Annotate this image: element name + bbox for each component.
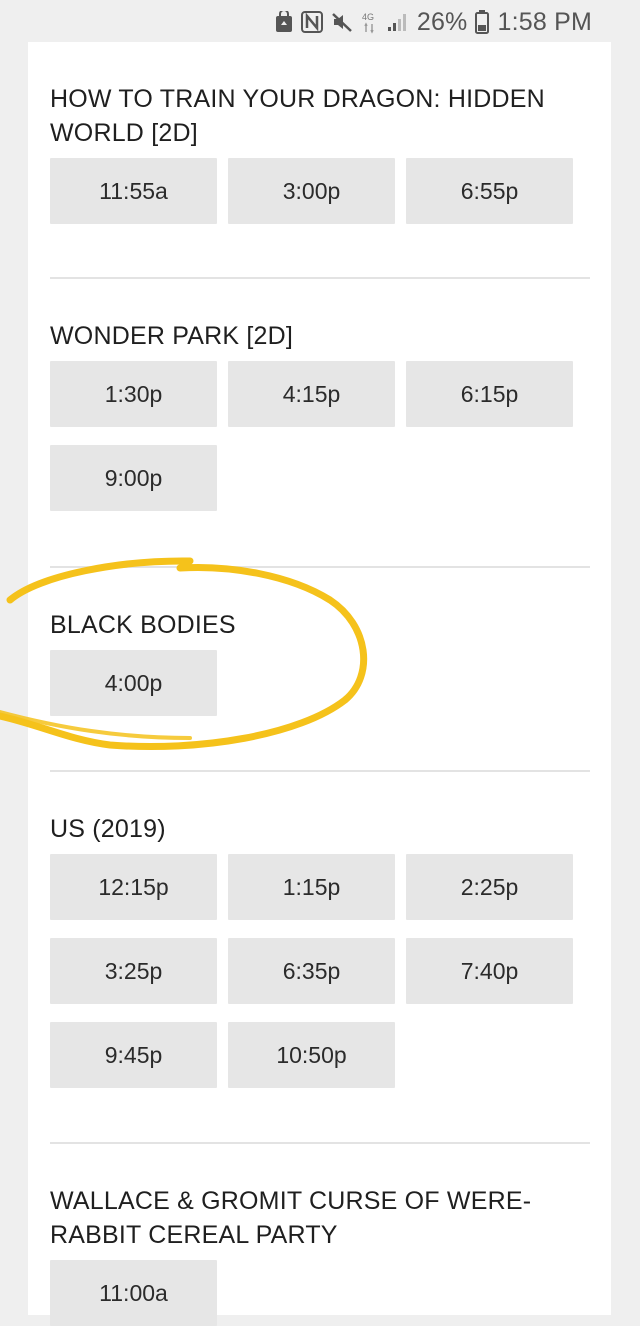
battery-icon [475, 10, 490, 34]
movie-title: BLACK BODIES [50, 611, 236, 639]
showtime-button[interactable]: 6:15p [406, 361, 573, 427]
showtime-button[interactable]: 11:00a [50, 1260, 217, 1326]
recycle-bag-icon [275, 11, 293, 33]
divider [50, 770, 590, 772]
showtime-button[interactable]: 2:25p [406, 854, 573, 920]
network-type-icon: 4G [361, 10, 379, 34]
showtime-button[interactable]: 3:25p [50, 938, 217, 1004]
showtime-grid: 1:30p 4:15p 6:15p 9:00p [50, 361, 590, 511]
showtime-button[interactable]: 10:50p [228, 1022, 395, 1088]
battery-percentage: 26% [416, 7, 468, 36]
status-bar: 4G 26% 1:58 PM [0, 0, 640, 42]
movie-title: US (2019) [50, 815, 166, 843]
mute-icon [331, 11, 353, 33]
nfc-icon [300, 11, 323, 33]
showtime-grid: 11:55a 3:00p 6:55p [50, 158, 590, 224]
showtime-button[interactable]: 9:00p [50, 445, 217, 511]
status-icons: 4G 26% 1:58 PM [275, 6, 592, 38]
movie-item: WONDER PARK [2D] 1:30p 4:15p 6:15p 9:00p [50, 319, 590, 511]
showtime-button[interactable]: 4:00p [50, 650, 217, 716]
showtime-button[interactable]: 11:55a [50, 158, 217, 224]
network-label: 4G [362, 12, 374, 22]
divider [50, 1142, 590, 1144]
showtime-grid: 4:00p [50, 650, 590, 716]
showtime-grid: 11:00a [50, 1260, 590, 1326]
movie-item: WALLACE & GROMIT CURSE OF WERE-RABBIT CE… [50, 1184, 590, 1326]
signal-icon [387, 12, 409, 32]
showtime-button[interactable]: 7:40p [406, 938, 573, 1004]
clock: 1:58 PM [497, 7, 592, 36]
movie-title: HOW TO TRAIN YOUR DRAGON: HIDDEN WORLD [… [50, 85, 545, 147]
showtime-button[interactable]: 12:15p [50, 854, 217, 920]
movie-title: WALLACE & GROMIT CURSE OF WERE-RABBIT CE… [50, 1187, 532, 1249]
movie-item: US (2019) 12:15p 1:15p 2:25p 3:25p 6:35p… [50, 812, 590, 1088]
showtime-button[interactable]: 1:15p [228, 854, 395, 920]
showtime-button[interactable]: 1:30p [50, 361, 217, 427]
divider [50, 277, 590, 279]
showtime-grid: 12:15p 1:15p 2:25p 3:25p 6:35p 7:40p 9:4… [50, 854, 590, 1088]
movie-item: HOW TO TRAIN YOUR DRAGON: HIDDEN WORLD [… [50, 82, 590, 224]
showtime-button[interactable]: 6:35p [228, 938, 395, 1004]
showtime-button[interactable]: 4:15p [228, 361, 395, 427]
showtime-button[interactable]: 9:45p [50, 1022, 217, 1088]
movie-title: WONDER PARK [2D] [50, 322, 294, 350]
showtime-button[interactable]: 3:00p [228, 158, 395, 224]
showtimes-list: HOW TO TRAIN YOUR DRAGON: HIDDEN WORLD [… [28, 42, 611, 1326]
showtime-button[interactable]: 6:55p [406, 158, 573, 224]
divider [50, 566, 590, 568]
movie-item: BLACK BODIES 4:00p [50, 608, 590, 716]
